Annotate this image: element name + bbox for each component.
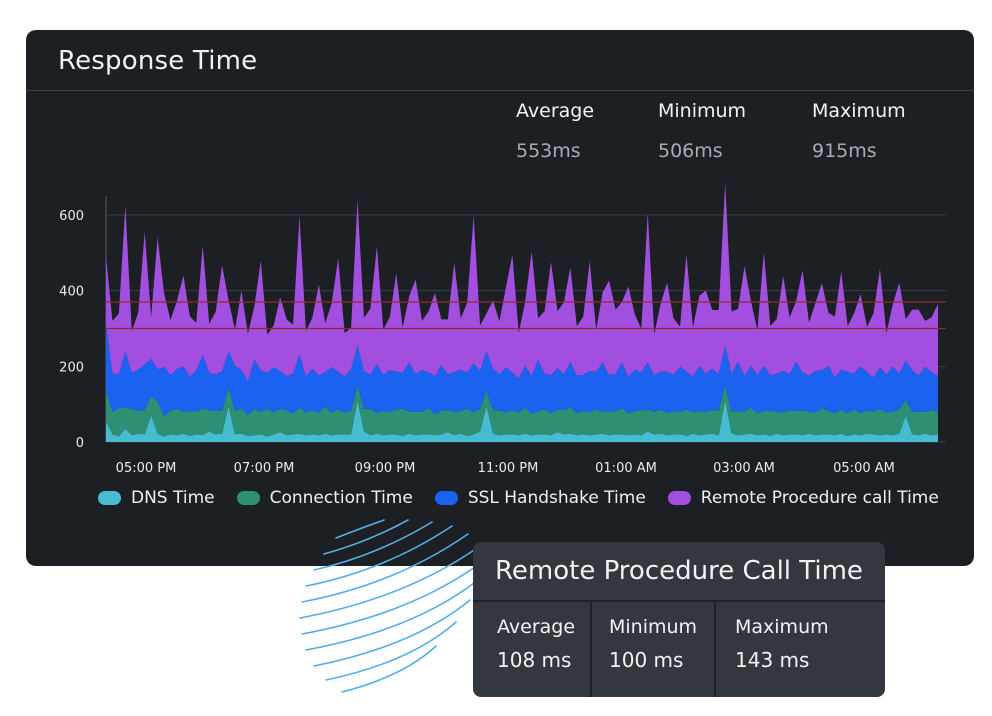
panel-stat-maximum-label: Maximum xyxy=(735,616,829,638)
legend-connection-swatch xyxy=(236,491,260,505)
rpc-time-panel: Remote Procedure Call Time Average 108 m… xyxy=(473,542,885,697)
y-tick-label: 400 xyxy=(59,285,84,300)
legend-dns-label: DNS Time xyxy=(131,488,215,508)
x-tick-label: 11:00 PM xyxy=(478,461,539,476)
panel-stat-minimum: Minimum 100 ms xyxy=(609,616,697,672)
legend-rpc[interactable]: Remote Procedure call Time xyxy=(667,488,939,508)
panel-column-divider xyxy=(714,600,716,697)
legend-ssl-label: SSL Handshake Time xyxy=(467,488,646,508)
panel-stat-maximum: Maximum 143 ms xyxy=(735,616,829,672)
series-area-4 xyxy=(106,182,938,382)
legend-connection[interactable]: Connection Time xyxy=(236,488,413,508)
panel-stat-average: Average 108 ms xyxy=(497,616,575,672)
legend-dns-swatch xyxy=(98,491,121,505)
legend-rpc-swatch xyxy=(667,491,691,505)
y-tick-label: 600 xyxy=(59,209,84,224)
legend-ssl[interactable]: SSL Handshake Time xyxy=(434,488,646,508)
response-time-chart[interactable]: 0 200 400 600 05:00 PM 07:00 PM 09:00 PM 11:00 … xyxy=(26,30,974,566)
panel-title: Remote Procedure Call Time xyxy=(495,556,863,586)
x-tick-label: 05:00 AM xyxy=(833,461,895,476)
legend-connection-label: Connection Time xyxy=(269,488,413,508)
panel-stat-average-label: Average xyxy=(497,616,576,638)
panel-stat-minimum-label: Minimum xyxy=(609,616,698,638)
y-tick-label: 0 xyxy=(76,436,84,451)
panel-stat-minimum-value: 100 ms xyxy=(609,648,684,672)
legend-dns[interactable]: DNS Time xyxy=(98,488,215,508)
panel-column-divider xyxy=(590,600,592,697)
x-tick-label: 09:00 PM xyxy=(355,461,416,476)
panel-divider xyxy=(473,600,885,602)
x-tick-label: 03:00 AM xyxy=(713,461,775,476)
x-tick-label: 07:00 PM xyxy=(234,461,295,476)
legend-rpc-label: Remote Procedure call Time xyxy=(700,488,939,508)
y-tick-label: 200 xyxy=(59,360,84,375)
legend-ssl-swatch xyxy=(434,491,458,505)
panel-stat-average-value: 108 ms xyxy=(497,648,572,672)
x-tick-label: 01:00 AM xyxy=(595,461,657,476)
chart-legend: DNS Time Connection Time SSL Handshake T… xyxy=(98,488,961,508)
response-time-card: Response Time Average 553ms Minimum 506m… xyxy=(26,30,974,566)
x-tick-label: 05:00 PM xyxy=(116,461,177,476)
decorative-swirl xyxy=(299,519,483,693)
panel-stat-maximum-value: 143 ms xyxy=(735,648,810,672)
